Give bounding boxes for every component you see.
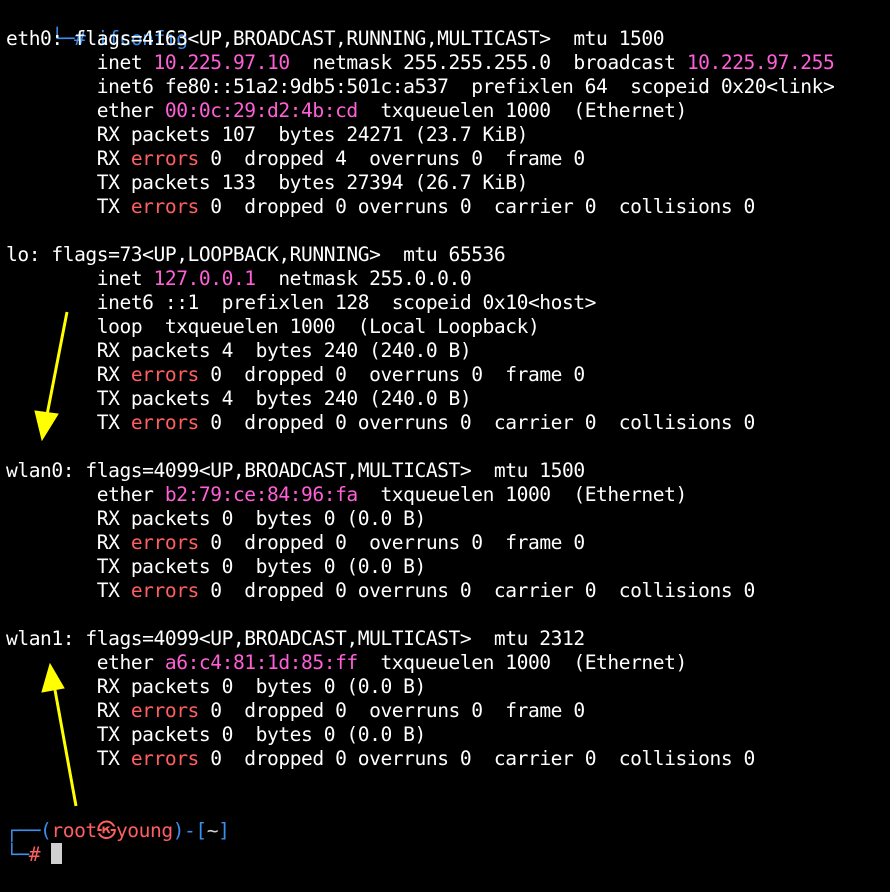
terminal-window[interactable]: └─# ifconfig eth0: flags=4163<UP,BROADCA… bbox=[0, 0, 890, 892]
annotation-arrows bbox=[34, 311, 78, 807]
arrow-down-icon bbox=[34, 311, 69, 442]
arrow-up-icon bbox=[41, 662, 78, 807]
